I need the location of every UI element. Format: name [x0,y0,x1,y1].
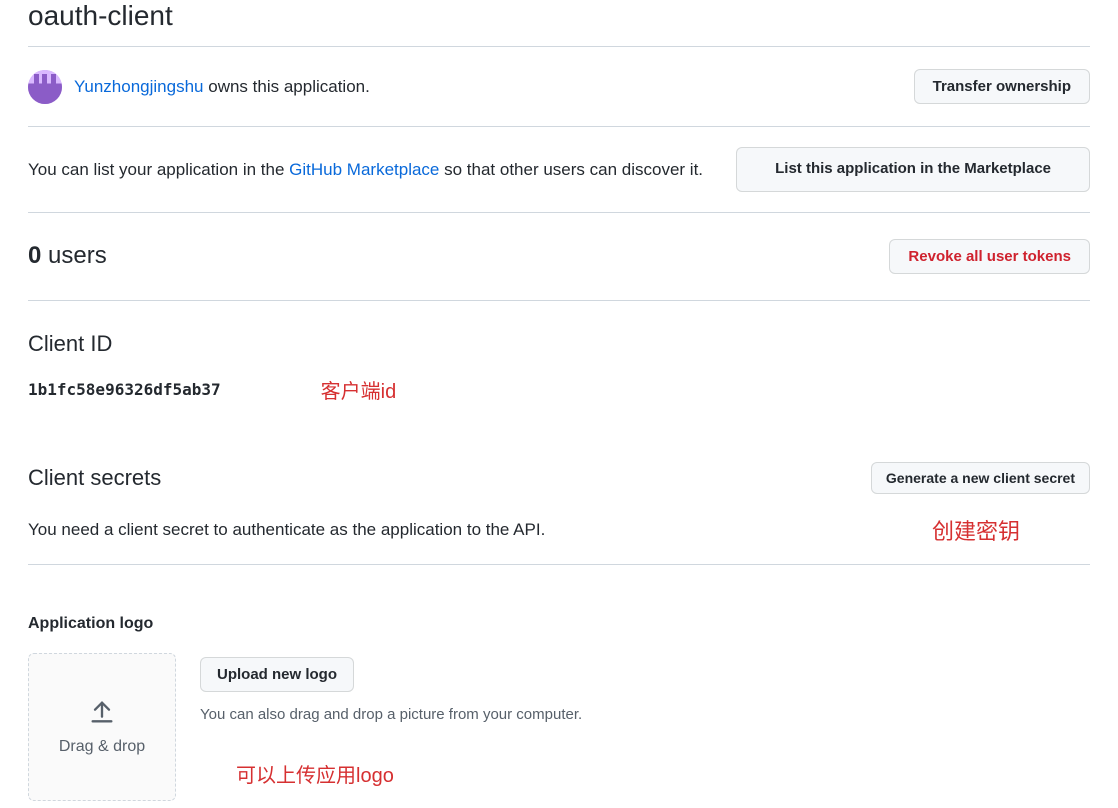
users-count-label: users [41,242,106,269]
owner-info: Yunzhongjingshu owns this application. [28,70,370,104]
logo-annotation: 可以上传应用logo [236,759,582,788]
revoke-tokens-button[interactable]: Revoke all user tokens [889,239,1090,274]
client-id-heading: Client ID [28,331,1090,357]
app-title: oauth-client [28,0,1090,46]
list-marketplace-button[interactable]: List this application in the Marketplace [736,147,1090,192]
users-count-number: 0 [28,242,41,269]
owner-username-link[interactable]: Yunzhongjingshu [74,77,204,96]
client-id-value: 1b1fc58e96326df5ab37 [28,380,221,399]
logo-row: Drag & drop Upload new logo You can also… [28,653,1090,801]
logo-right-column: Upload new logo You can also drag and dr… [200,653,582,788]
client-secrets-section: Client secrets Generate a new client sec… [28,450,1090,564]
client-secrets-heading: Client secrets [28,465,161,491]
generate-secret-button[interactable]: Generate a new client secret [871,462,1090,494]
owner-row: Yunzhongjingshu owns this application. T… [28,47,1090,126]
upload-icon [88,698,116,726]
logo-hint: You can also drag and drop a picture fro… [200,706,582,723]
transfer-ownership-button[interactable]: Transfer ownership [914,69,1090,104]
marketplace-text-before: You can list your application in the [28,160,289,179]
application-logo-section: Application logo Drag & drop Upload new … [28,565,1090,801]
logo-dropzone[interactable]: Drag & drop [28,653,176,801]
users-count: 0 users [28,242,107,270]
owner-owns-text: owns this application. [204,77,370,96]
upload-logo-button[interactable]: Upload new logo [200,657,354,692]
client-id-annotation: 客户端id [321,375,397,404]
users-row: 0 users Revoke all user tokens [28,213,1090,300]
client-id-section: Client ID 1b1fc58e96326df5ab37 客户端id [28,301,1090,450]
secrets-text-row: You need a client secret to authenticate… [28,514,1090,546]
secrets-header: Client secrets Generate a new client sec… [28,462,1090,494]
dropzone-text: Drag & drop [59,738,145,756]
secrets-description: You need a client secret to authenticate… [28,520,545,540]
marketplace-text-after: so that other users can discover it. [439,160,703,179]
marketplace-link[interactable]: GitHub Marketplace [289,160,439,179]
application-logo-label: Application logo [28,615,1090,633]
marketplace-text: You can list your application in the Git… [28,156,728,183]
secrets-annotation: 创建密钥 [932,514,1020,546]
client-id-row: 1b1fc58e96326df5ab37 客户端id [28,375,1090,404]
owner-avatar[interactable] [28,70,62,104]
owner-text: Yunzhongjingshu owns this application. [74,77,370,97]
marketplace-row: You can list your application in the Git… [28,127,1090,212]
